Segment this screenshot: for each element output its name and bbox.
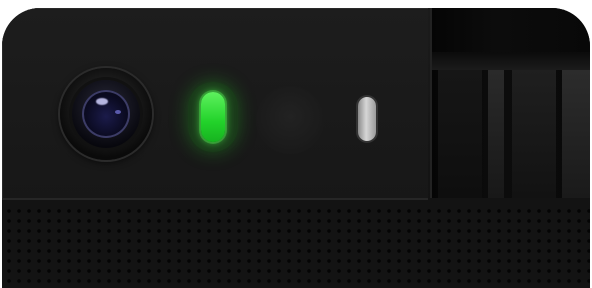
device-body — [2, 8, 590, 288]
camera-lens — [60, 68, 152, 160]
opening-slot — [438, 70, 482, 198]
lens-reflection — [96, 98, 108, 105]
side-opening — [430, 8, 590, 198]
opening-slot — [488, 70, 504, 198]
speaker-grille — [2, 204, 590, 288]
green-status-led — [188, 82, 238, 152]
lens-reflection-secondary — [115, 110, 121, 114]
front-panel — [2, 8, 428, 200]
green-led-light — [201, 92, 225, 142]
opening-ledge — [432, 52, 590, 70]
opening-slot — [562, 70, 590, 198]
ambient-sensor — [256, 86, 324, 154]
white-indicator-led — [358, 97, 376, 141]
lens-glass — [82, 90, 130, 138]
opening-slot — [512, 70, 556, 198]
